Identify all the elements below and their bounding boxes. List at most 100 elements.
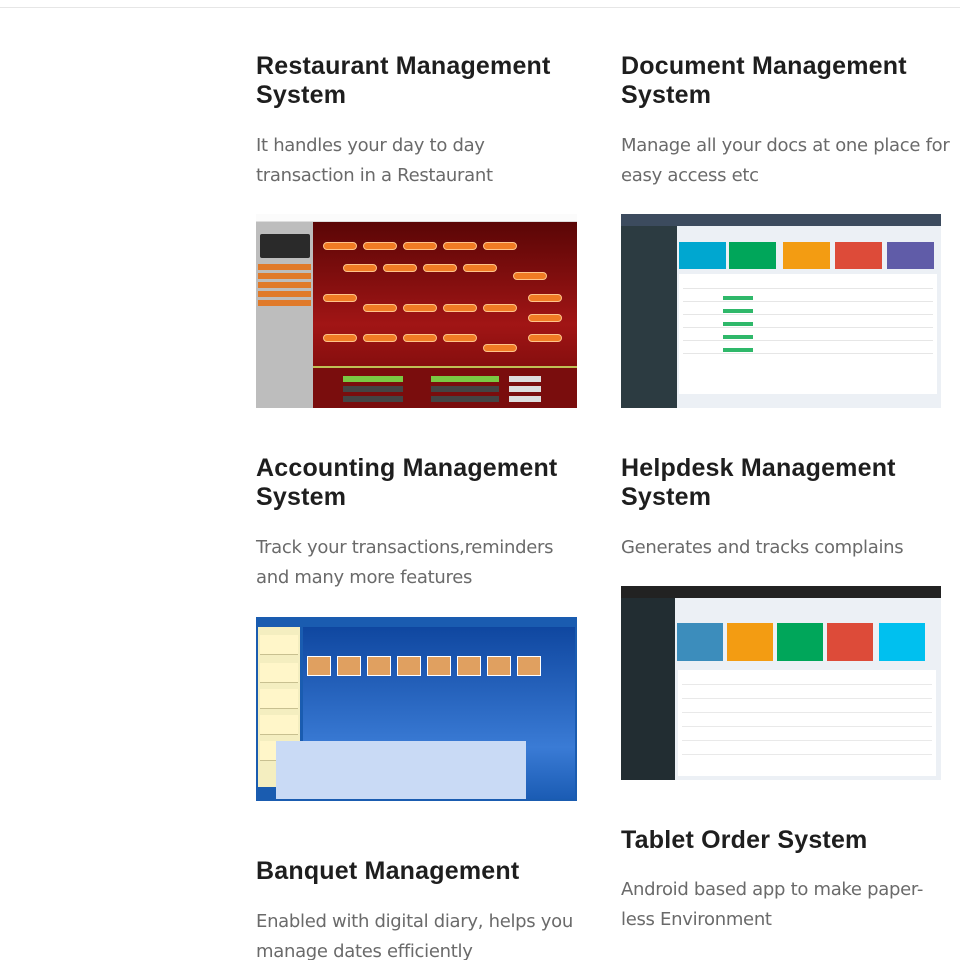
transactions-grid [276,741,526,799]
product-description: Manage all your docs at one place for ea… [621,135,950,186]
account-box [487,656,511,676]
table-pill [443,334,477,342]
screenshot-sidebar [621,598,675,780]
order-field [343,376,403,382]
table-row [682,726,932,727]
accounting-screenshot[interactable] [256,617,577,801]
status-tag [723,309,753,313]
screenshot-sidebar [256,222,313,408]
screenshot-topbar [621,586,941,598]
table-pill [403,242,437,250]
helpdesk-screenshot[interactable] [621,586,941,780]
side-button [258,291,311,297]
product-title: Tablet Order System [621,826,868,854]
account-box [337,656,361,676]
table-pill [443,304,477,312]
table-pill [343,264,377,272]
table-pill [483,304,517,312]
product-description: It handles your day to day transaction i… [256,135,493,186]
account-box [427,656,451,676]
stat-tile [777,623,823,661]
stat-tile [879,623,925,661]
table-pill [363,334,397,342]
side-button [260,689,298,709]
table-row [683,327,933,328]
table-row [682,684,932,685]
product-description: Enabled with digital diary, helps you ma… [256,911,573,960]
product-title: Banquet Management [256,857,520,885]
table-pill [513,272,547,280]
table-pill [528,314,562,322]
side-button [260,635,298,655]
product-card-document: Document Management System Manage all yo… [621,52,951,191]
account-box [457,656,481,676]
account-box [307,656,331,676]
table-pill [528,294,562,302]
restaurant-screenshot[interactable] [256,214,577,408]
table-row [682,712,932,713]
order-button [509,376,541,382]
documents-table [679,274,937,394]
table-row [683,340,933,341]
product-card-accounting: Accounting Management System Track your … [256,454,586,593]
order-button [509,396,541,402]
stat-tile [783,242,830,269]
stat-tile [729,242,776,269]
stat-tile [677,623,723,661]
order-field [431,396,499,402]
table-pill [528,334,562,342]
product-description: Android based app to make paper-less Env… [621,879,924,930]
table-row [682,754,932,755]
stat-tile [835,242,882,269]
table-pill [323,242,357,250]
table-pill [423,264,457,272]
status-tag [723,322,753,326]
product-card-restaurant: Restaurant Management System It handles … [256,52,586,191]
side-button [260,663,298,683]
product-title: Document Management System [621,52,907,109]
side-button [258,264,311,270]
status-tag [723,348,753,352]
order-field [431,376,499,382]
window-titlebar [256,214,577,222]
order-field [343,386,403,392]
document-screenshot[interactable] [621,214,941,408]
stat-tile [679,242,726,269]
side-button [258,300,311,306]
order-panel [313,366,577,408]
product-card-banquet: Banquet Management Enabled with digital … [256,857,586,960]
order-button [509,386,541,392]
side-button [258,273,311,279]
table-row [683,353,933,354]
top-divider [0,7,960,8]
table-pill [483,242,517,250]
product-card-helpdesk: Helpdesk Management System Generates and… [621,454,951,563]
status-tag [723,335,753,339]
product-description: Generates and tracks complains [621,537,904,558]
screenshot-topbar [621,214,941,226]
account-box [397,656,421,676]
table-pill [363,304,397,312]
order-field [431,386,499,392]
table-pill [403,334,437,342]
table-pill [323,334,357,342]
table-pill [363,242,397,250]
product-title: Restaurant Management System [256,52,551,109]
stat-tile [727,623,773,661]
table-row [683,288,933,289]
logo-icon [260,234,310,258]
side-button [260,715,298,735]
table-row [682,698,932,699]
product-description: Track your transactions,reminders and ma… [256,537,554,588]
status-tag [723,296,753,300]
order-field [343,396,403,402]
table-pill [403,304,437,312]
table-pill [483,344,517,352]
stat-tile [887,242,934,269]
product-card-tablet: Tablet Order System Android based app to… [621,826,951,935]
table-row [682,740,932,741]
table-pill [463,264,497,272]
stat-tile [827,623,873,661]
table-pill [323,294,357,302]
side-button [258,282,311,288]
